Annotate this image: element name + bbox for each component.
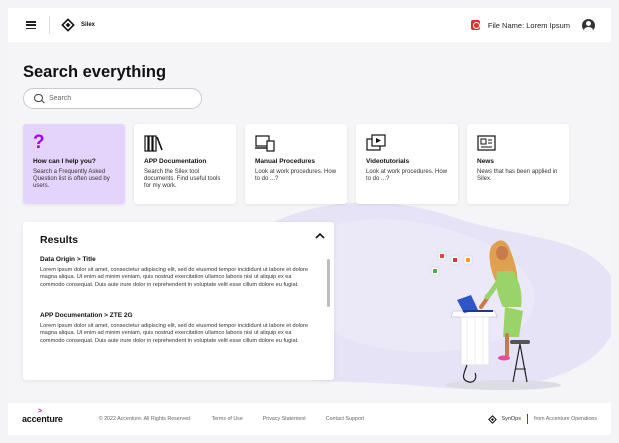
results-title: Results bbox=[40, 234, 78, 246]
silex-logo-icon bbox=[61, 18, 75, 32]
header-divider bbox=[49, 16, 50, 34]
card-title: Videotutorials bbox=[366, 158, 410, 165]
synops-logo-icon bbox=[488, 414, 498, 424]
card-title: News bbox=[477, 158, 494, 165]
laptop-document-icon bbox=[255, 135, 275, 152]
card-app-documentation[interactable]: APP Documentation Search the Silex tool … bbox=[134, 124, 236, 204]
hamburger-menu-icon[interactable] bbox=[26, 21, 36, 29]
file-icon bbox=[470, 20, 480, 30]
card-description: Look at work procedures. How to do ...? bbox=[366, 169, 448, 183]
synops-branding: SynOps from Accenture Operations bbox=[488, 414, 597, 424]
copyright-text: © 2022 Accenture. All Rights Reserved. bbox=[98, 416, 192, 422]
card-description: News that has been applied in Silex. bbox=[477, 169, 558, 183]
main-content: Search everything ? How can I help you? … bbox=[8, 42, 611, 403]
card-news[interactable]: News News that has been applied in Silex… bbox=[467, 124, 569, 204]
accenture-wordmark: accenture bbox=[22, 414, 63, 424]
search-input[interactable] bbox=[49, 95, 189, 102]
terms-of-use-link[interactable]: Terms of Use bbox=[212, 416, 243, 422]
page-title: Search everything bbox=[23, 63, 167, 81]
card-help[interactable]: ? How can I help you? Search a Frequentl… bbox=[23, 124, 125, 204]
privacy-statement-link[interactable]: Privacy Statement bbox=[263, 416, 306, 422]
top-header: Silex File Name: Lorem Ipsum bbox=[8, 8, 611, 42]
brand[interactable]: Silex bbox=[61, 18, 95, 32]
result-title: APP Documentation > ZTE 2G bbox=[40, 312, 133, 319]
newspaper-icon bbox=[477, 135, 496, 151]
synops-name: SynOps bbox=[501, 416, 521, 422]
result-item[interactable]: APP Documentation > ZTE 2G Lorem ipsum d… bbox=[40, 312, 315, 345]
footer: > accenture © 2022 Accenture. All Rights… bbox=[8, 403, 611, 435]
result-text: Lorem ipsum dolor sit amet, consectetur … bbox=[40, 323, 309, 344]
results-panel: Results Data Origin > Title Lorem ipsum … bbox=[23, 222, 334, 380]
card-videotutorials[interactable]: Videotutorials Look at work procedures. … bbox=[356, 124, 458, 204]
woman-at-laptop-illustration bbox=[430, 240, 561, 390]
search-box[interactable] bbox=[23, 88, 202, 109]
accenture-logo[interactable]: > accenture bbox=[22, 408, 63, 424]
video-tutorial-icon bbox=[366, 134, 386, 151]
result-title: Data Origin > Title bbox=[40, 256, 96, 263]
category-cards: ? How can I help you? Search a Frequentl… bbox=[23, 124, 569, 204]
books-icon bbox=[144, 135, 163, 152]
file-name-label: File Name: Lorem Ipsum bbox=[487, 20, 570, 30]
synops-subtitle: from Accenture Operations bbox=[533, 416, 597, 422]
header-right: File Name: Lorem Ipsum bbox=[470, 18, 595, 32]
card-title: How can I help you? bbox=[33, 158, 96, 165]
contact-support-link[interactable]: Contact Support bbox=[326, 416, 364, 422]
card-description: Look at work procedures. How to do ...? bbox=[255, 169, 337, 183]
card-title: APP Documentation bbox=[144, 158, 207, 165]
brand-name: Silex bbox=[81, 22, 96, 28]
results-scrollbar[interactable] bbox=[327, 259, 330, 307]
footer-divider bbox=[526, 414, 528, 424]
card-description: Search a Frequently Asked Question list … bbox=[33, 169, 110, 190]
card-manual-procedures[interactable]: Manual Procedures Look at work procedure… bbox=[245, 124, 347, 204]
search-icon bbox=[34, 93, 44, 104]
user-avatar-icon[interactable] bbox=[582, 18, 595, 32]
result-item[interactable]: Data Origin > Title Lorem ipsum dolor si… bbox=[40, 256, 315, 289]
card-title: Manual Procedures bbox=[255, 158, 315, 165]
result-text: Lorem ipsum dolor sit amet, consectetur … bbox=[40, 267, 309, 288]
accenture-chevron-icon: > bbox=[38, 408, 42, 415]
question-icon: ? bbox=[33, 132, 45, 153]
card-description: Search the Silex tool documents. Find us… bbox=[144, 169, 221, 190]
chevron-up-icon[interactable] bbox=[315, 231, 325, 241]
